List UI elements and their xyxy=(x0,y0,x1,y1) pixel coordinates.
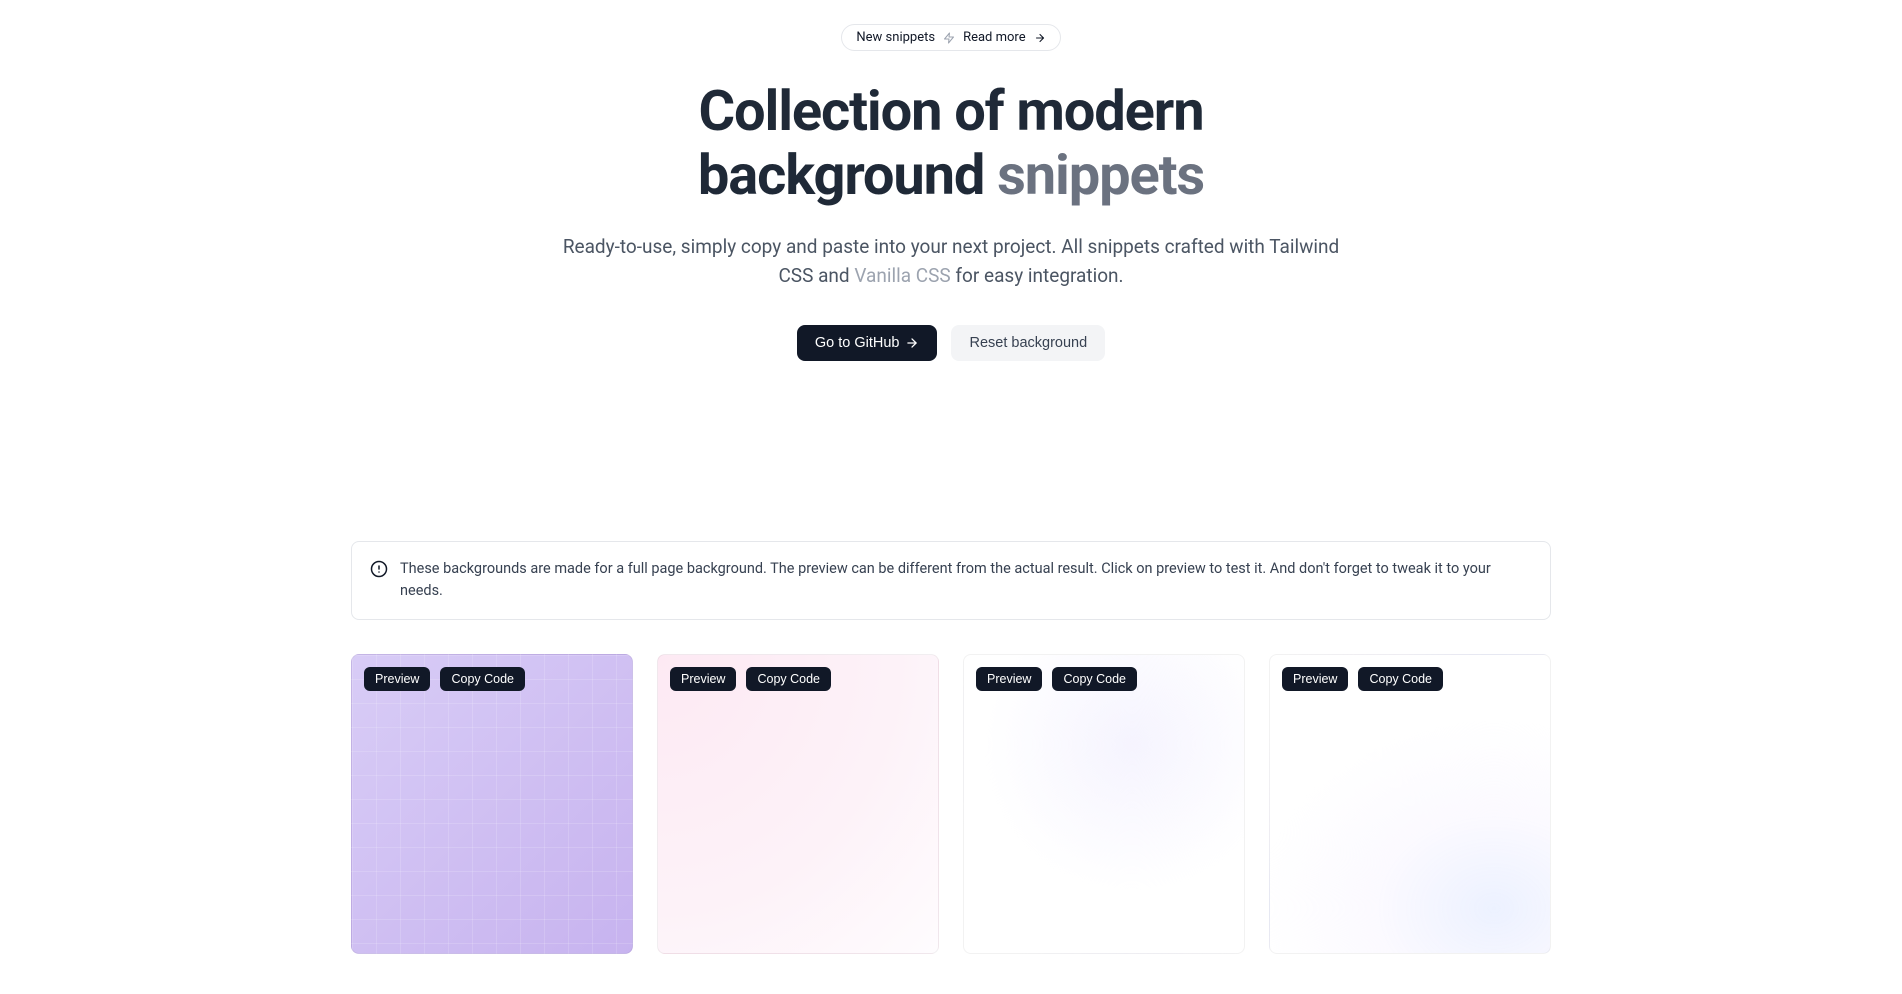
info-notice: These backgrounds are made for a full pa… xyxy=(351,541,1551,620)
subtitle-b: for easy integration. xyxy=(951,264,1124,287)
copy-code-button[interactable]: Copy Code xyxy=(440,667,525,691)
github-button[interactable]: Go to GitHub xyxy=(797,325,938,361)
arrow-right-icon xyxy=(905,336,919,350)
arrow-right-icon xyxy=(1034,32,1046,44)
notice-text: These backgrounds are made for a full pa… xyxy=(400,558,1532,603)
github-button-label: Go to GitHub xyxy=(815,335,900,351)
reset-background-button[interactable]: Reset background xyxy=(951,325,1105,361)
preview-button[interactable]: Preview xyxy=(1282,667,1348,691)
pill-new-label: New snippets xyxy=(856,30,935,45)
subtitle: Ready-to-use, simply copy and paste into… xyxy=(561,232,1341,291)
subtitle-muted: Vanilla CSS xyxy=(854,264,950,287)
snippet-card: Preview Copy Code xyxy=(657,654,939,954)
snippet-grid: Preview Copy Code Preview Copy Code Prev… xyxy=(351,654,1551,994)
title-line1: Collection of modern xyxy=(699,78,1204,144)
title-line2a: background xyxy=(698,142,984,208)
snippet-card: Preview Copy Code xyxy=(1269,654,1551,954)
snippet-card: Preview Copy Code xyxy=(351,654,633,954)
preview-button[interactable]: Preview xyxy=(670,667,736,691)
hero: Collection of modern background snippets… xyxy=(351,51,1551,361)
reset-button-label: Reset background xyxy=(969,335,1087,351)
page-title: Collection of modern background snippets xyxy=(351,79,1551,208)
preview-button[interactable]: Preview xyxy=(364,667,430,691)
copy-code-button[interactable]: Copy Code xyxy=(1052,667,1137,691)
announcement-pill[interactable]: New snippets Read more xyxy=(841,24,1060,51)
snippet-card: Preview Copy Code xyxy=(963,654,1245,954)
pill-readmore-label: Read more xyxy=(963,30,1026,45)
copy-code-button[interactable]: Copy Code xyxy=(746,667,831,691)
lightning-icon xyxy=(943,31,955,45)
preview-button[interactable]: Preview xyxy=(976,667,1042,691)
copy-code-button[interactable]: Copy Code xyxy=(1358,667,1443,691)
title-line2b: snippets xyxy=(997,142,1204,208)
info-icon xyxy=(370,560,388,578)
